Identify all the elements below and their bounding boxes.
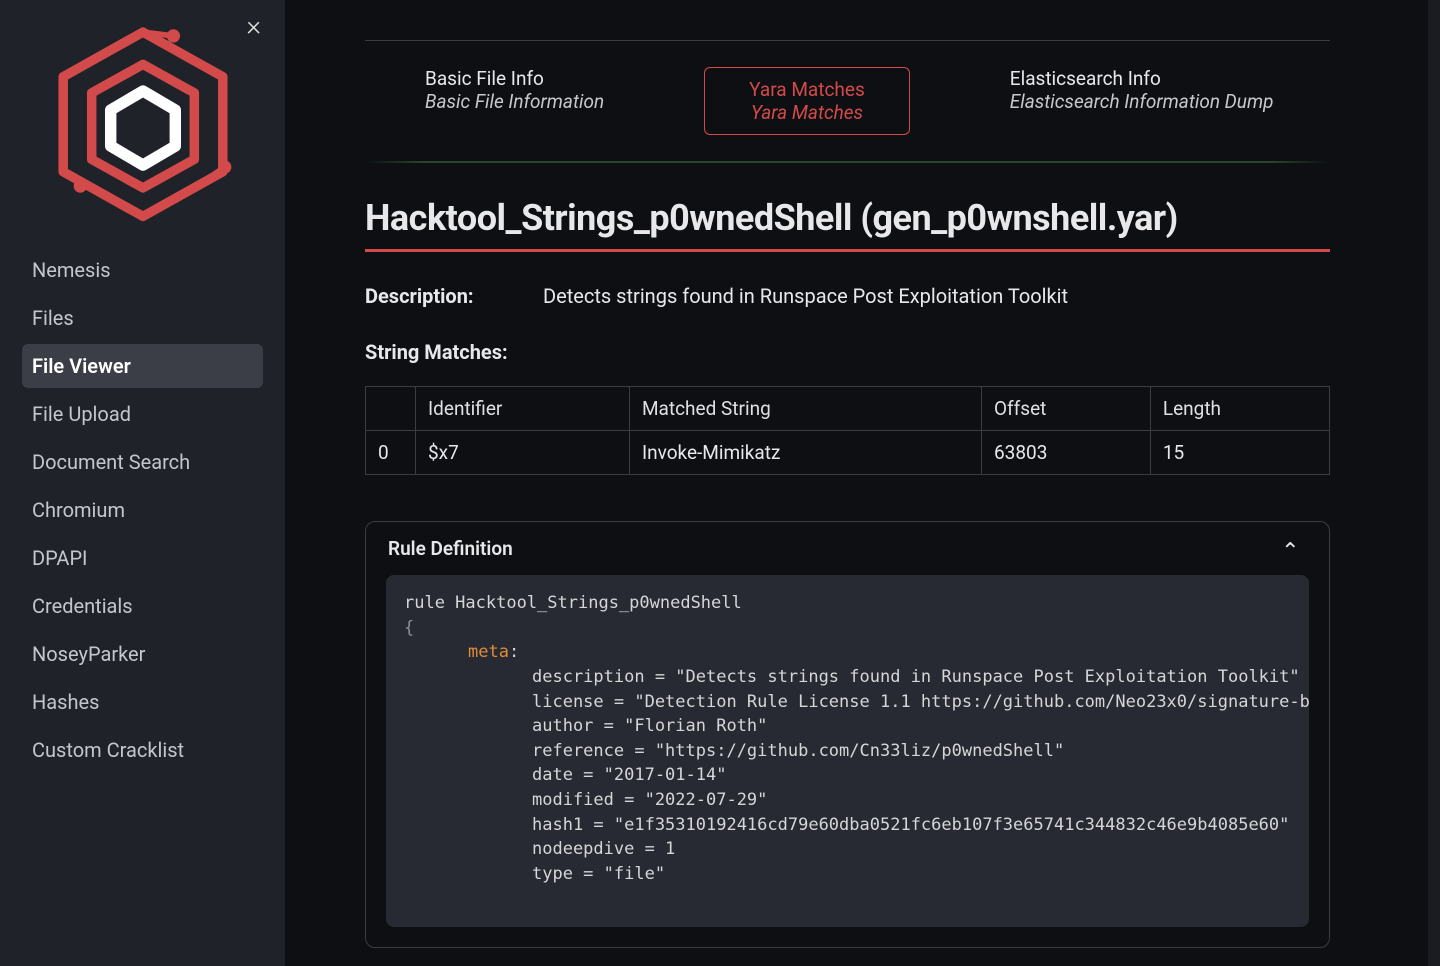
sidebar-item-nemesis[interactable]: Nemesis [22,248,263,292]
description-row: Description: Detects strings found in Ru… [365,284,1330,308]
table-row: 0 $x7 Invoke-Mimikatz 63803 15 [366,431,1330,475]
sidebar-item-file-viewer[interactable]: File Viewer [22,344,263,388]
table-header-identifier: Identifier [416,387,630,431]
cell-identifier: $x7 [416,431,630,475]
sidebar-item-dpapi[interactable]: DPAPI [22,536,263,580]
sidebar-item-hashes[interactable]: Hashes [22,680,263,724]
title-underline [365,249,1330,252]
sidebar: × Nemesis Files File Viewer File Upload … [0,0,285,966]
string-matches-table: Identifier Matched String Offset Length … [365,386,1330,475]
close-icon[interactable]: × [246,12,261,40]
table-header-blank [366,387,416,431]
string-matches-label: String Matches: [365,340,1330,364]
sidebar-nav: Nemesis Files File Viewer File Upload Do… [0,244,285,772]
cell-offset: 63803 [981,431,1150,475]
tab-title: Elasticsearch Info [1010,67,1274,90]
table-header-offset: Offset [981,387,1150,431]
sidebar-item-chromium[interactable]: Chromium [22,488,263,532]
table-header-row: Identifier Matched String Offset Length [366,387,1330,431]
page-title: Hacktool_Strings_p0wnedShell (gen_p0wnsh… [365,197,1330,239]
sidebar-item-file-upload[interactable]: File Upload [22,392,263,436]
tab-subtitle: Elasticsearch Information Dump [1010,90,1274,113]
rule-definition-card: Rule Definition ⌄ rule Hacktool_Strings_… [365,521,1330,948]
table-header-length: Length [1150,387,1329,431]
cell-matched-string: Invoke-Mimikatz [629,431,981,475]
sidebar-item-credentials[interactable]: Credentials [22,584,263,628]
tab-title: Yara Matches [749,78,865,101]
tab-subtitle: Basic File Information [425,90,604,113]
cell-length: 15 [1150,431,1329,475]
chevron-up-icon: ⌄ [1281,536,1299,561]
sidebar-item-custom-cracklist[interactable]: Custom Cracklist [22,728,263,772]
tab-yara-matches[interactable]: Yara Matches Yara Matches [704,67,910,135]
scrollbar-track[interactable] [1428,0,1440,966]
tab-title: Basic File Info [425,67,604,90]
main-content: Basic File Info Basic File Information Y… [285,0,1440,966]
cell-index: 0 [366,431,416,475]
rule-definition-title: Rule Definition [388,537,513,560]
tab-basic-file-info[interactable]: Basic File Info Basic File Information [425,67,604,135]
sidebar-item-noseyparker[interactable]: NoseyParker [22,632,263,676]
app-logo [0,4,285,244]
rule-definition-toggle[interactable]: Rule Definition ⌄ [366,522,1329,575]
tabs-row: Basic File Info Basic File Information Y… [365,41,1330,161]
description-label: Description: [365,284,495,308]
sidebar-item-document-search[interactable]: Document Search [22,440,263,484]
tab-subtitle: Yara Matches [749,101,865,124]
rule-code-block: rule Hacktool_Strings_p0wnedShell { meta… [386,575,1309,927]
table-header-matched-string: Matched String [629,387,981,431]
rule-definition-body: rule Hacktool_Strings_p0wnedShell { meta… [366,575,1329,947]
sidebar-item-files[interactable]: Files [22,296,263,340]
tab-elasticsearch-info[interactable]: Elasticsearch Info Elasticsearch Informa… [1010,67,1274,135]
tabs-underline [365,161,1330,163]
description-value: Detects strings found in Runspace Post E… [543,284,1068,308]
